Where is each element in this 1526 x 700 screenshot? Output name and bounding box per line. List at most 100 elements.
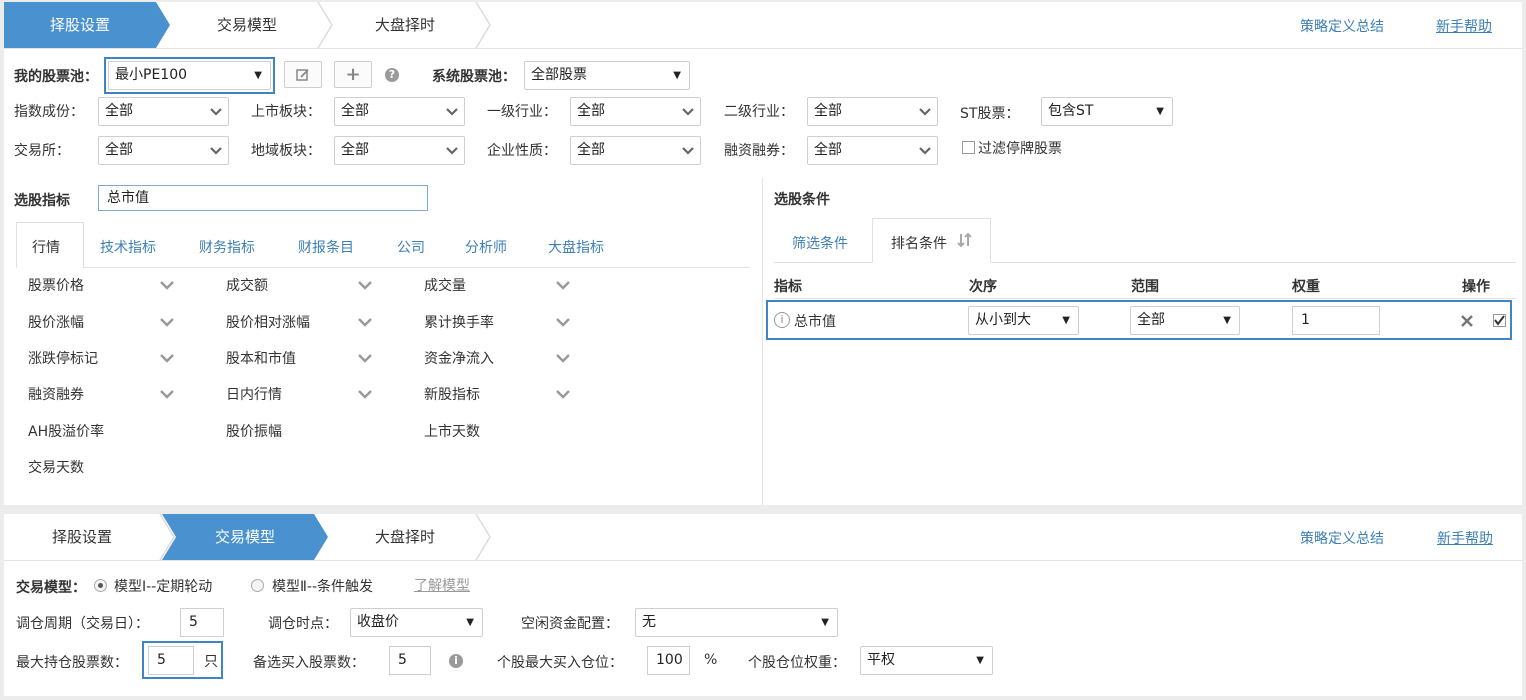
tab-quotes[interactable]: 行情 bbox=[32, 237, 60, 257]
step-tab-stock-selection[interactable]: 择股设置 bbox=[4, 2, 156, 48]
chevron-down-icon bbox=[919, 108, 931, 116]
indicator-item[interactable]: 成交额 bbox=[226, 275, 268, 295]
tab-analyst[interactable]: 分析师 bbox=[465, 237, 507, 257]
step-tab-market-timing[interactable]: 大盘择时 bbox=[330, 2, 480, 48]
info-icon[interactable]: i bbox=[774, 312, 790, 328]
chevron-down-icon[interactable] bbox=[160, 354, 174, 364]
trade-model-label: 交易模型： bbox=[16, 580, 86, 596]
my-pool-label: 我的股票池： bbox=[14, 69, 98, 85]
suspend-filter-checkbox[interactable] bbox=[962, 141, 975, 154]
indicator-item[interactable]: AH股溢价率 bbox=[28, 421, 104, 441]
chevron-down-icon[interactable] bbox=[358, 318, 372, 328]
st-select[interactable]: 包含ST ▼ bbox=[1041, 97, 1173, 126]
max-position-input[interactable]: 100 bbox=[647, 646, 690, 675]
rebalance-time-select[interactable]: 收盘价 ▼ bbox=[350, 608, 483, 637]
model-1-radio[interactable] bbox=[94, 579, 107, 592]
indicator-item[interactable]: 股票价格 bbox=[28, 275, 84, 295]
my-pool-select[interactable]: 最小PE100 ▼ bbox=[108, 61, 271, 90]
indicator-item[interactable]: 股价相对涨幅 bbox=[226, 312, 310, 332]
indicator-item[interactable]: 融资融券 bbox=[28, 384, 84, 404]
filter-nature-select[interactable]: 全部 bbox=[570, 136, 701, 165]
idle-funds-select[interactable]: 无 ▼ bbox=[635, 608, 838, 637]
indicator-item[interactable]: 成交量 bbox=[424, 275, 466, 295]
condition-enable-checkbox[interactable] bbox=[1493, 314, 1506, 327]
tabs-divider bbox=[84, 267, 750, 268]
indicator-item[interactable]: 日内行情 bbox=[226, 384, 282, 404]
indicator-item[interactable]: 股价振幅 bbox=[226, 421, 282, 441]
model-1-label: 模型Ⅰ--定期轮动 bbox=[114, 579, 213, 595]
chevron-down-icon[interactable] bbox=[358, 354, 372, 364]
tab-technical[interactable]: 技术指标 bbox=[100, 237, 156, 257]
tab-filter-conditions[interactable]: 筛选条件 bbox=[792, 233, 848, 253]
filter-margin-select[interactable]: 全部 bbox=[807, 136, 938, 165]
chevron-down-icon[interactable] bbox=[160, 318, 174, 328]
trade-model-panel: 择股设置 交易模型 大盘择时 策略定义总结 新手帮助 交易模型： 模型Ⅰ--定期… bbox=[4, 514, 1522, 696]
indicator-item[interactable]: 新股指标 bbox=[424, 384, 480, 404]
stock-weight-select[interactable]: 平权 ▼ bbox=[860, 646, 993, 675]
indicator-item[interactable]: 交易天数 bbox=[28, 457, 84, 477]
filter-index-select[interactable]: 全部 bbox=[98, 97, 229, 126]
filter-region-select[interactable]: 全部 bbox=[334, 136, 465, 165]
info-circle-icon[interactable]: i bbox=[449, 654, 463, 668]
system-pool-select[interactable]: 全部股票 ▼ bbox=[524, 61, 690, 90]
indicator-item[interactable]: 股本和市值 bbox=[226, 348, 296, 368]
step-tab-trade-model[interactable]: 交易模型 bbox=[170, 514, 320, 560]
chevron-down-icon[interactable] bbox=[358, 281, 372, 291]
add-pool-button[interactable]: + bbox=[334, 61, 372, 88]
filter-industry2-select[interactable]: 全部 bbox=[807, 97, 938, 126]
chevron-down-icon[interactable] bbox=[556, 354, 570, 364]
step-tab-trade-model[interactable]: 交易模型 bbox=[172, 2, 322, 48]
filter-exchange-value: 全部 bbox=[105, 142, 133, 158]
strategy-summary-link[interactable]: 策略定义总结 bbox=[1300, 528, 1384, 548]
help-link[interactable]: 新手帮助 bbox=[1436, 16, 1492, 36]
filter-exchange-select[interactable]: 全部 bbox=[98, 136, 229, 165]
step-tab-stock-selection[interactable]: 择股设置 bbox=[4, 514, 160, 560]
tab-ranking-conditions[interactable]: 排名条件 bbox=[891, 233, 947, 253]
chevron-down-icon[interactable] bbox=[160, 390, 174, 400]
max-position-label: 个股最大买入仓位： bbox=[497, 655, 623, 671]
condition-weight-input[interactable]: 1 bbox=[1292, 306, 1380, 335]
tab-report[interactable]: 财报条目 bbox=[298, 237, 354, 257]
filter-region-value: 全部 bbox=[341, 142, 369, 158]
chevron-down-icon[interactable] bbox=[556, 318, 570, 328]
period-input[interactable]: 5 bbox=[180, 608, 224, 637]
model-2-label: 模型Ⅱ--条件触发 bbox=[272, 579, 373, 595]
chevron-down-icon[interactable] bbox=[556, 281, 570, 291]
help-question-icon[interactable]: ? bbox=[385, 68, 399, 82]
filter-exchange-label: 交易所： bbox=[14, 143, 70, 159]
chevron-down-icon[interactable] bbox=[358, 390, 372, 400]
step-tab-market-timing[interactable]: 大盘择时 bbox=[330, 514, 480, 560]
indicator-item[interactable]: 累计换手率 bbox=[424, 312, 494, 332]
chevron-down-icon[interactable] bbox=[160, 281, 174, 291]
max-hold-label: 最大持仓股票数： bbox=[16, 655, 128, 671]
suspend-filter-label: 过滤停牌股票 bbox=[978, 141, 1062, 157]
chevron-down-icon bbox=[446, 147, 458, 155]
max-position-unit: % bbox=[704, 652, 718, 668]
tab-company[interactable]: 公司 bbox=[397, 237, 425, 257]
tab-financial[interactable]: 财务指标 bbox=[199, 237, 255, 257]
learn-model-link[interactable]: 了解模型 bbox=[414, 575, 470, 595]
conditions-title: 选股条件 bbox=[774, 192, 830, 208]
model-2-radio[interactable] bbox=[251, 579, 264, 592]
idle-funds-value: 无 bbox=[642, 614, 656, 630]
tab-market[interactable]: 大盘指标 bbox=[548, 237, 604, 257]
chevron-down-icon bbox=[210, 108, 222, 116]
condition-range-select[interactable]: 全部 ▼ bbox=[1130, 306, 1240, 335]
filter-industry1-select[interactable]: 全部 bbox=[570, 97, 701, 126]
indicator-item[interactable]: 股价涨幅 bbox=[28, 312, 84, 332]
max-hold-unit: 只 bbox=[204, 654, 218, 670]
max-hold-input[interactable]: 5 bbox=[148, 646, 194, 675]
indicator-item[interactable]: 资金净流入 bbox=[424, 348, 494, 368]
close-icon[interactable] bbox=[1461, 315, 1473, 327]
filter-industry2-value: 全部 bbox=[814, 103, 842, 119]
help-link[interactable]: 新手帮助 bbox=[1437, 528, 1493, 548]
backup-input[interactable]: 5 bbox=[389, 646, 431, 675]
filter-board-select[interactable]: 全部 bbox=[334, 97, 465, 126]
indicator-item[interactable]: 上市天数 bbox=[424, 421, 480, 441]
edit-pool-button[interactable] bbox=[284, 61, 322, 88]
indicator-item[interactable]: 涨跌停标记 bbox=[28, 348, 98, 368]
indicator-search-input[interactable]: 总市值 bbox=[98, 185, 428, 211]
strategy-summary-link[interactable]: 策略定义总结 bbox=[1300, 16, 1384, 36]
chevron-down-icon[interactable] bbox=[556, 390, 570, 400]
condition-order-select[interactable]: 从小到大 ▼ bbox=[968, 306, 1079, 335]
